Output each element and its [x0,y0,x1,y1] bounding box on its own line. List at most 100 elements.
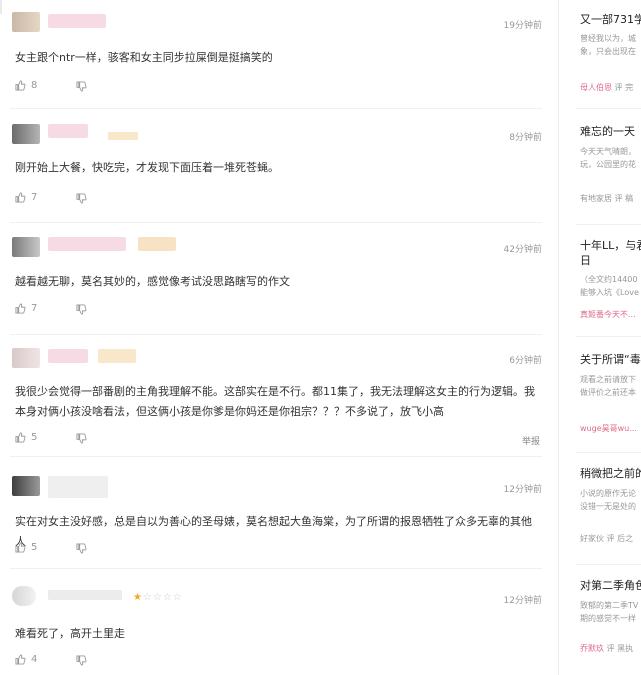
article-summary: 没错一无是处的 [580,502,636,511]
article-author[interactable]: 好家伙 [580,534,604,543]
divider [10,568,542,569]
avatar[interactable] [12,586,36,606]
avatar[interactable] [12,348,40,368]
article-author[interactable]: 真姬番今天不... [580,310,636,319]
thumbs-down-icon [76,543,87,554]
article-summary: 玩，公园里的花 [580,160,636,169]
comment-text: 难看死了，高开土里走 [15,627,125,640]
article-meta: 评 完 [614,83,634,92]
thumbs-up-icon [15,654,26,665]
comment-text: 越看越无聊，莫名其妙的，感觉像考试没思路瞎写的作文 [15,275,290,288]
report-link[interactable]: 举报 [522,434,540,447]
username-blurred[interactable] [48,237,126,251]
comment-text: 实在对女主没好感，总是自以为善心的圣母婊，莫名想起大鱼海棠，为了所谓的报恩牺牲了… [15,515,532,548]
avatar[interactable] [12,237,40,257]
badge-blurred [138,237,176,251]
divider [576,108,641,109]
article-summary: 做评价之前还本 [580,388,636,397]
like-button[interactable]: 7 [15,192,37,203]
divider [576,336,641,337]
comment-time: 12分钟前 [503,485,542,495]
article-card[interactable]: 十年LL，与君 日 （全文约14400 能够入坑《Love 真姬番今天不... [580,238,641,320]
article-author[interactable]: 乔默玖 [580,644,604,653]
article-card[interactable]: 关于所谓“毒 观看之前请放下 做评价之前还本 wuge昊哥wu... [580,352,641,434]
dislike-button[interactable] [76,543,87,554]
comment-item: ★☆☆☆☆ 12分钟前 难看死了，高开土里走 4 [0,572,552,675]
thumbs-up-icon [15,192,26,203]
article-card[interactable]: 难忘的一天 今天天气晴朗， 玩，公园里的花 有地家居 评 稿 [580,124,641,204]
article-title[interactable]: 稍微把之前的 [580,466,641,481]
article-card[interactable]: 对第二季角色 致郁的第二季TV 期的感觉不一样 乔默玖 评 黑执 [580,578,641,654]
thumbs-up-icon [15,542,26,553]
comment-item: 8分钟前 刚开始上大餐，快吃完，才发现下面压着一堆死苍蝇。 7 [0,110,552,223]
article-card[interactable]: 稍微把之前的 小说的原作无论 没错一无是处的 好家伙 评 后之 [580,466,641,544]
thumbs-down-icon [76,655,87,666]
article-meta: 评 黑执 [606,644,634,653]
dislike-button[interactable] [76,433,87,444]
username-blurred[interactable] [48,14,106,28]
thumbs-up-icon [15,432,26,443]
article-summary: 象，只会出现在 [580,47,636,56]
comment-time: 6分钟前 [509,356,542,366]
username-blurred[interactable] [48,476,108,498]
thumbs-down-icon [76,433,87,444]
like-count: 7 [31,303,38,314]
article-summary: 期的感觉不一样 [580,614,636,623]
article-title[interactable]: 难忘的一天 [580,124,641,139]
divider [10,456,542,457]
avatar[interactable] [12,124,40,144]
dislike-button[interactable] [76,655,87,666]
comment-text: 女主跟个ntr一样，骇客和女主同步拉屎倒是挺搞笑的 [15,51,273,64]
page: 19分钟前 女主跟个ntr一样，骇客和女主同步拉屎倒是挺搞笑的 8 8分钟前 刚… [0,0,641,675]
related-articles-sidebar: 又一部731学 曾经我以为，城 象，只会出现在 母人伯恩 评 完 难忘的一天 今… [566,0,641,675]
badge-blurred [108,132,138,140]
username-blurred[interactable] [48,349,88,363]
dislike-button[interactable] [76,304,87,315]
thumbs-down-icon [76,81,87,92]
article-title[interactable]: 又一部731学 [580,12,641,27]
article-card[interactable]: 又一部731学 曾经我以为，城 象，只会出现在 母人伯恩 评 完 [580,12,641,93]
article-author[interactable]: wuge昊哥wu... [580,424,637,433]
article-summary: 致郁的第二季TV [580,601,639,610]
like-button[interactable]: 8 [15,80,37,91]
username-blurred[interactable] [48,590,122,600]
column-divider [558,0,559,675]
divider [576,564,641,565]
avatar[interactable] [12,476,40,496]
thumbs-down-icon [76,193,87,204]
comment-item: 6分钟前 我很少会觉得一部番剧的主角我理解不能。这部实在是不行。都11集了，我无… [0,334,552,458]
article-title[interactable]: 对第二季角色 [580,578,641,593]
star-empty-icon: ☆☆☆☆ [142,592,183,603]
dislike-button[interactable] [76,81,87,92]
like-button[interactable]: 4 [15,654,37,665]
like-button[interactable]: 5 [15,432,37,443]
article-summary: 小说的原作无论 [580,489,636,498]
username-blurred[interactable] [48,124,88,138]
comment-list: 19分钟前 女主跟个ntr一样，骇客和女主同步拉屎倒是挺搞笑的 8 8分钟前 刚… [0,0,552,675]
article-summary: 曾经我以为，城 [580,34,636,43]
thumbs-down-icon [76,304,87,315]
article-summary: （全文约14400 [580,275,638,284]
article-author[interactable]: 有地家居 [580,194,612,203]
article-meta: 评 后之 [606,534,634,543]
like-button[interactable]: 7 [15,303,37,314]
article-title[interactable]: 关于所谓“毒 [580,352,641,367]
article-title[interactable]: 十年LL，与君 [580,238,641,253]
comment-item: 42分钟前 越看越无聊，莫名其妙的，感觉像考试没思路瞎写的作文 7 [0,222,552,335]
divider [576,452,641,453]
comment-time: 12分钟前 [503,596,542,606]
thumbs-up-icon [15,303,26,314]
rating-stars: ★☆☆☆☆ [133,592,183,603]
like-button[interactable]: 5 [15,542,37,553]
comment-time: 19分钟前 [503,21,542,31]
dislike-button[interactable] [76,193,87,204]
comment-item: 19分钟前 女主跟个ntr一样，骇客和女主同步拉屎倒是挺搞笑的 8 [0,0,552,110]
thumbs-up-icon [15,80,26,91]
article-author[interactable]: 母人伯恩 [580,83,612,92]
avatar[interactable] [12,12,40,32]
article-title-cont[interactable]: 日 [580,253,641,268]
comment-time: 42分钟前 [503,245,542,255]
comment-time: 8分钟前 [509,133,542,143]
divider [576,224,641,225]
badge-blurred [98,349,136,363]
